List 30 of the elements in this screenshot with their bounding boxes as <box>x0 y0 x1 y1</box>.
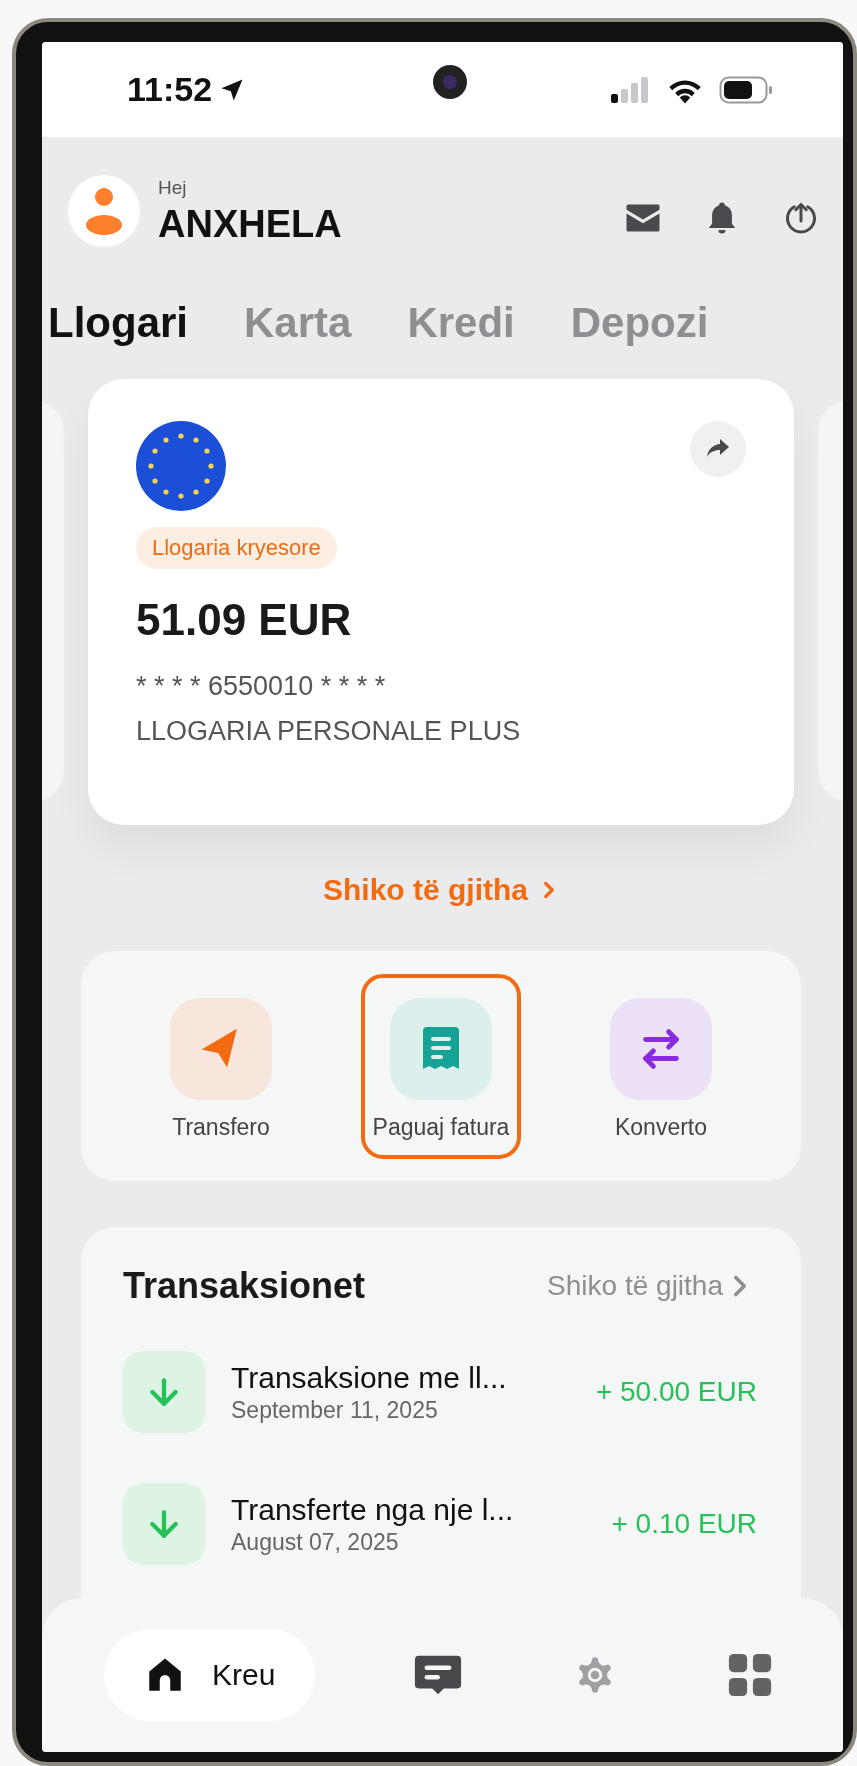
flag-icon <box>136 421 226 511</box>
transaction-date: August 07, 2025 <box>231 1528 400 1556</box>
transaction-amount: + 0.10 EUR <box>611 1508 757 1540</box>
transaction-date: September 11, 2025 <box>231 1396 439 1424</box>
account-number: * * * * 6550010 * * * * <box>136 671 386 702</box>
camera-icon <box>432 64 468 100</box>
mail-icon[interactable] <box>625 203 661 233</box>
status-time: 11:52 <box>127 70 213 109</box>
greeting: Hej <box>158 176 188 199</box>
battery-icon <box>719 75 773 104</box>
action-button[interactable]: Konverto <box>598 973 724 1159</box>
tab[interactable]: Llogari <box>48 299 188 347</box>
section-title: Transaksionet <box>123 1265 366 1307</box>
account-card[interactable]: Llogaria kryesore 51.09 EUR * * * * 6550010 * * * * LLOGARIA PERSONALE PLUS <box>88 379 794 825</box>
action-button[interactable]: Transfero <box>158 973 284 1159</box>
signal-icon <box>611 76 651 103</box>
account-type: LLOGARIA PERSONALE PLUS <box>136 716 521 747</box>
notification-icon[interactable] <box>707 201 737 235</box>
transaction-title[interactable]: Transaksione me ll... <box>231 1360 507 1395</box>
avatar[interactable] <box>68 175 140 247</box>
share-button[interactable] <box>690 421 746 477</box>
account-badge: Llogaria kryesore <box>136 527 337 569</box>
transaction-title[interactable]: Transferte nga nje l... <box>231 1492 514 1527</box>
action-button[interactable]: Paguaj fatura <box>360 973 522 1159</box>
transaction-amount: + 50.00 EUR <box>595 1376 757 1408</box>
logout-icon[interactable] <box>783 200 819 236</box>
user-name: ANXHELA <box>158 202 342 246</box>
account-balance: 51.09 EUR <box>136 595 352 645</box>
nav-item[interactable]: Kreu <box>104 1629 316 1721</box>
apps-icon <box>727 1652 773 1698</box>
